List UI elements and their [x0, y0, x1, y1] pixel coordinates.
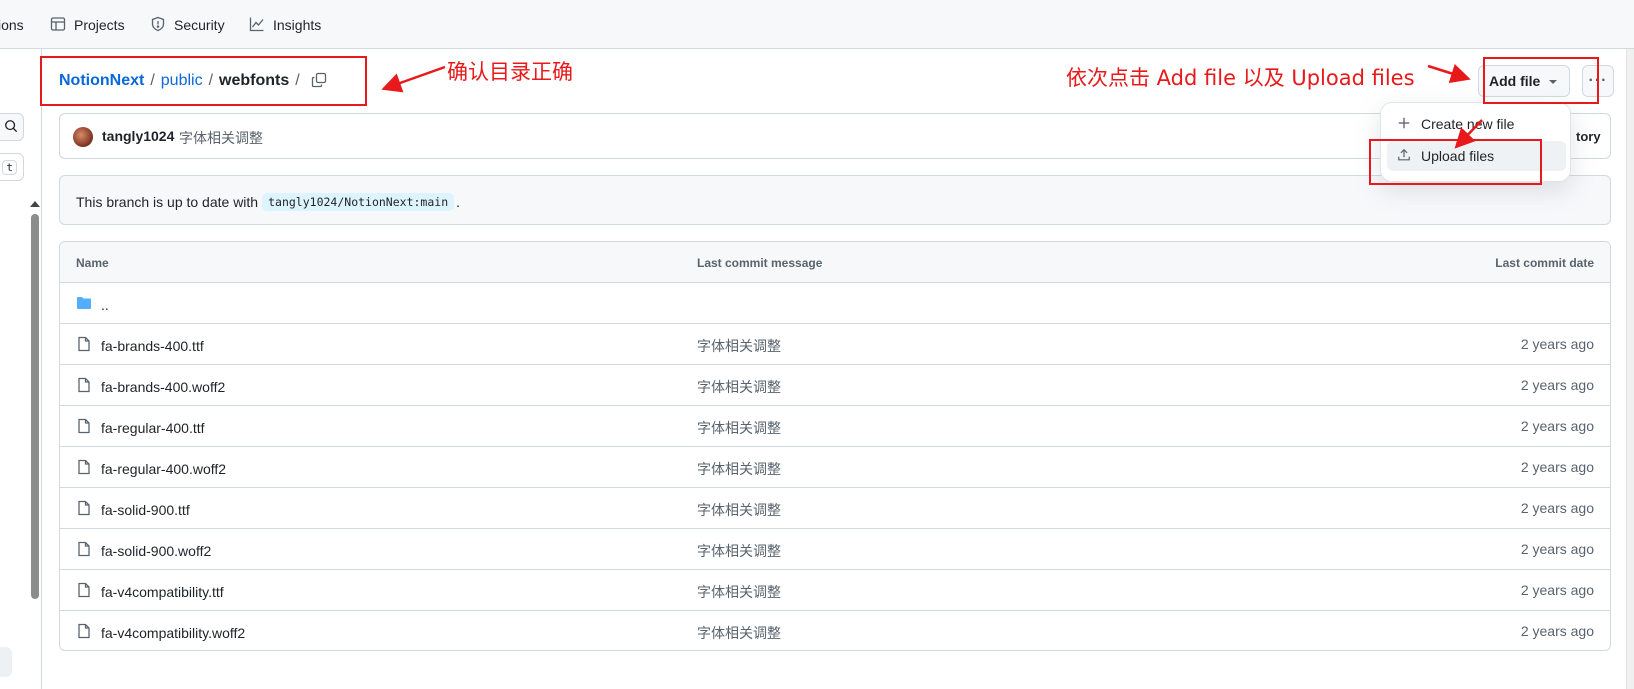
file-icon [76, 418, 92, 437]
file-name: fa-regular-400.ttf [101, 419, 205, 436]
file-name: fa-brands-400.woff2 [101, 378, 226, 395]
graph-icon [249, 16, 265, 35]
history-link[interactable]: tory [1576, 129, 1601, 144]
commit-message-link[interactable]: 字体相关调整 [179, 128, 263, 148]
file-name: fa-v4compatibility.ttf [101, 583, 224, 600]
column-header-date: Last commit date [1495, 256, 1594, 270]
branch-ref-link[interactable]: tangly1024/NotionNext:main [262, 193, 455, 211]
file-commit-message[interactable]: 字体相关调整 [697, 336, 781, 356]
commit-author-link[interactable]: tangly1024 [102, 128, 174, 144]
sidebar-bottom-item[interactable] [0, 647, 12, 677]
file-link[interactable]: fa-regular-400.ttf [76, 418, 205, 437]
table-row[interactable]: fa-solid-900.ttf 字体相关调整 2 years ago [60, 488, 1610, 529]
file-commit-message[interactable]: 字体相关调整 [697, 582, 781, 602]
file-commit-date: 2 years ago [1520, 418, 1594, 434]
file-name: fa-v4compatibility.woff2 [101, 624, 246, 641]
file-link[interactable]: fa-brands-400.woff2 [76, 377, 225, 396]
file-icon [76, 582, 92, 601]
file-link[interactable]: fa-solid-900.ttf [76, 500, 190, 519]
file-link[interactable]: fa-v4compatibility.ttf [76, 582, 224, 601]
table-row[interactable]: fa-solid-900.woff2 字体相关调整 2 years ago [60, 529, 1610, 570]
file-icon [76, 336, 92, 355]
file-commit-message[interactable]: 字体相关调整 [697, 623, 781, 643]
file-link[interactable]: fa-v4compatibility.woff2 [76, 623, 245, 642]
file-commit-date: 2 years ago [1520, 541, 1594, 557]
file-search-button[interactable] [0, 113, 24, 141]
sidebar-scrollbar-thumb[interactable] [31, 214, 39, 599]
file-table: Name Last commit message Last commit dat… [59, 241, 1611, 651]
file-commit-date: 2 years ago [1520, 500, 1594, 516]
table-icon [50, 16, 66, 35]
file-commit-message[interactable]: 字体相关调整 [697, 500, 781, 520]
table-row[interactable]: fa-regular-400.woff2 字体相关调整 2 years ago [60, 447, 1610, 488]
shortcut-key-t: t [2, 159, 17, 175]
file-name: fa-solid-900.woff2 [101, 542, 212, 559]
column-header-message: Last commit message [697, 256, 823, 270]
table-row[interactable]: fa-v4compatibility.ttf 字体相关调整 2 years ago [60, 570, 1610, 611]
nav-tab-insights-label: Insights [273, 17, 322, 33]
branch-status-suffix: . [456, 194, 461, 210]
file-commit-date: 2 years ago [1520, 459, 1594, 475]
go-to-file-shortcut[interactable]: t [0, 153, 24, 181]
page-scrollbar[interactable] [1626, 49, 1634, 689]
file-commit-message[interactable]: 字体相关调整 [697, 418, 781, 438]
table-row[interactable]: fa-brands-400.woff2 字体相关调整 2 years ago [60, 365, 1610, 406]
file-icon [76, 459, 92, 478]
nav-tab-security[interactable]: Security [150, 15, 225, 35]
table-row[interactable]: fa-brands-400.ttf 字体相关调整 2 years ago [60, 324, 1610, 365]
file-commit-message[interactable]: 字体相关调整 [697, 541, 781, 561]
file-icon [76, 500, 92, 519]
annotation-text-instruction: 依次点击 Add file 以及 Upload files [1066, 66, 1415, 90]
file-commit-message[interactable]: 字体相关调整 [697, 459, 781, 479]
arrow-to-breadcrumb [381, 65, 446, 93]
file-link[interactable]: fa-brands-400.ttf [76, 336, 204, 355]
parent-directory-link[interactable]: .. [76, 295, 109, 314]
file-link[interactable]: fa-regular-400.woff2 [76, 459, 226, 478]
annotation-box-breadcrumb [40, 56, 367, 106]
annotation-box-add-file [1483, 57, 1599, 104]
parent-directory-label: .. [101, 296, 109, 313]
table-row[interactable]: fa-v4compatibility.woff2 字体相关调整 2 years ag… [60, 611, 1610, 650]
folder-icon [76, 295, 92, 314]
plus-icon [1397, 116, 1411, 133]
file-icon [76, 377, 92, 396]
file-commit-date: 2 years ago [1520, 623, 1594, 639]
create-new-file-label: Create new file [1421, 116, 1515, 132]
nav-tab-security-label: Security [174, 17, 225, 33]
nav-tab-projects-label: Projects [74, 17, 125, 33]
avatar[interactable] [73, 127, 93, 147]
create-new-file-item[interactable]: Create new file [1387, 109, 1566, 139]
file-link[interactable]: fa-solid-900.woff2 [76, 541, 211, 560]
shield-icon [150, 16, 166, 35]
file-tree-sidebar: t [0, 49, 42, 689]
file-icon [76, 541, 92, 560]
file-name: fa-solid-900.ttf [101, 501, 190, 518]
arrow-to-add-file [1427, 63, 1471, 84]
file-icon [76, 623, 92, 642]
repo-nav-bar: ions Projects Security Insights [0, 0, 1634, 49]
file-name: fa-regular-400.woff2 [101, 460, 227, 477]
nav-tab-projects[interactable]: Projects [50, 15, 125, 35]
file-commit-date: 2 years ago [1520, 336, 1594, 352]
nav-tab-actions[interactable]: ions [0, 15, 24, 35]
scroll-up-arrow[interactable] [30, 201, 40, 207]
search-icon [4, 119, 18, 136]
annotation-text-confirm-dir: 确认目录正确 [447, 60, 573, 84]
file-name: fa-brands-400.ttf [101, 337, 204, 354]
nav-tab-insights[interactable]: Insights [249, 15, 321, 35]
file-commit-date: 2 years ago [1520, 582, 1594, 598]
table-row[interactable]: fa-regular-400.ttf 字体相关调整 2 years ago [60, 406, 1610, 447]
branch-status-prefix: This branch is up to date with [76, 194, 259, 210]
table-row-parent[interactable]: .. [60, 283, 1610, 324]
file-commit-message[interactable]: 字体相关调整 [697, 377, 781, 397]
nav-tab-actions-label: ions [0, 17, 24, 33]
file-commit-date: 2 years ago [1520, 377, 1594, 393]
branch-status-text: This branch is up to date with tangly102… [76, 193, 460, 211]
column-header-name: Name [76, 256, 109, 270]
annotation-box-upload [1369, 139, 1542, 185]
file-table-header: Name Last commit message Last commit dat… [60, 242, 1610, 283]
